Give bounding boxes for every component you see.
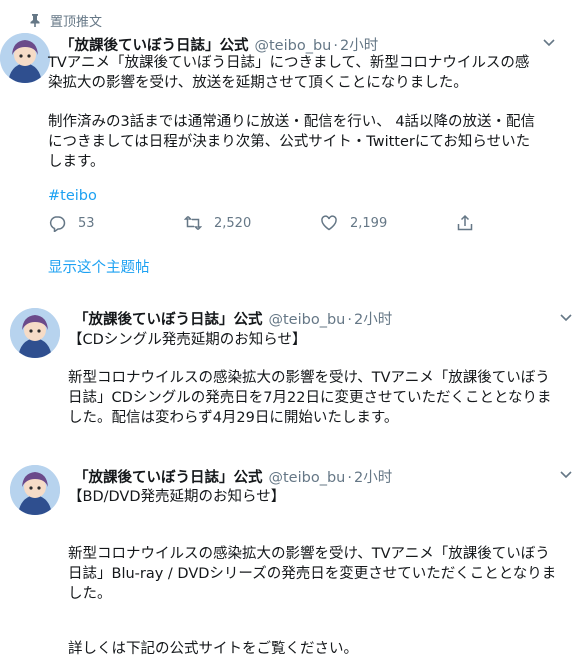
tweet-actions: 53 2,520 2,199 xyxy=(48,214,488,238)
tweet-text-line: 新型コロナウイルスの感染拡大の影響を受け、TVアニメ「放課後ていぼう xyxy=(68,370,550,386)
tweet-text-line: します。 xyxy=(48,154,105,170)
tweet-text-line: した。 xyxy=(68,586,112,602)
tweet-header: 「放課後ていぼう日誌」公式 @teibo_bu · 2小时 xyxy=(74,308,392,329)
pinned-text: 置顶推文 xyxy=(50,14,103,30)
separator-dot: · xyxy=(347,470,352,486)
share-icon xyxy=(457,214,473,231)
tweet-text-line: 新型コロナウイルスの感染拡大の影響を受け、TVアニメ「放課後ていぼう xyxy=(68,546,550,562)
like-button[interactable]: 2,199 xyxy=(320,214,387,232)
tweet-text-line: 詳しくは下記の公式サイトをご覧ください。 xyxy=(68,641,358,657)
chevron-down-icon[interactable] xyxy=(541,34,557,50)
timestamp[interactable]: 2小时 xyxy=(354,308,392,329)
tweet-text-line: につきましては日程が決まり次第、公式サイト・Twitterにてお知らせいた xyxy=(48,134,531,150)
reply-count: 53 xyxy=(78,215,95,231)
display-name[interactable]: 「放課後ていぼう日誌」公式 xyxy=(74,308,263,329)
separator-dot: · xyxy=(347,312,352,328)
timestamp[interactable]: 2小时 xyxy=(354,466,392,487)
tweet-text-line: 日誌」CDシングルの発売日を7月22日に変更させていただくこととなりま xyxy=(68,390,552,406)
display-name[interactable]: 「放課後ていぼう日誌」公式 xyxy=(74,466,263,487)
share-button[interactable] xyxy=(456,214,486,232)
tweet-header: 「放課後ていぼう日誌」公式 @teibo_bu · 2小时 xyxy=(74,466,392,487)
tweet-text-line: 日誌」Blu-ray / DVDシリーズの発売日を変更させていただくこととなりま xyxy=(68,566,557,582)
avatar[interactable] xyxy=(0,33,50,83)
like-icon xyxy=(321,215,337,231)
avatar[interactable] xyxy=(10,465,60,515)
retweet-count: 2,520 xyxy=(214,215,252,231)
tweet-heading: 【BD/DVD発売延期のお知らせ】 xyxy=(68,489,286,505)
user-handle[interactable]: @teibo_bu xyxy=(269,312,346,328)
display-name[interactable]: 「放課後ていぼう日誌」公式 xyxy=(60,34,249,55)
retweet-button[interactable]: 2,520 xyxy=(184,214,251,232)
tweet-header: 「放課後ていぼう日誌」公式 @teibo_bu · 2小时 xyxy=(60,34,378,55)
tweet-text-line: 制作済みの3話までは通常通りに放送・配信を行い、 4話以降の放送・配信 xyxy=(48,114,536,130)
reply-icon xyxy=(49,216,66,232)
timestamp[interactable]: 2小时 xyxy=(340,34,378,55)
user-handle[interactable]: @teibo_bu xyxy=(255,38,332,54)
tweet-text-line: 染拡大の影響を受け、放送を延期させて頂くことになりました。 xyxy=(48,75,468,91)
tweet-heading: 【CDシングル発売延期のお知らせ】 xyxy=(68,332,307,348)
tweet-text-line: した。配信は変わらず4月29日に開始いたします。 xyxy=(68,410,399,426)
reply-button[interactable]: 53 xyxy=(48,214,95,232)
tweet-text-line: TVアニメ「放課後ていぼう日誌」につきまして、新型コロナウイルスの感 xyxy=(48,55,530,71)
show-thread-link[interactable]: 显示这个主题帖 xyxy=(48,256,150,277)
chevron-down-icon[interactable] xyxy=(558,466,574,482)
user-handle[interactable]: @teibo_bu xyxy=(269,470,346,486)
hashtag-link[interactable]: #teibo xyxy=(48,188,97,204)
pinned-tweet-label: 置顶推文 xyxy=(28,10,102,30)
like-count: 2,199 xyxy=(350,215,388,231)
pin-icon xyxy=(28,13,42,27)
separator-dot: · xyxy=(333,38,338,54)
avatar[interactable] xyxy=(10,308,60,358)
chevron-down-icon[interactable] xyxy=(558,309,574,325)
retweet-icon xyxy=(184,215,202,231)
